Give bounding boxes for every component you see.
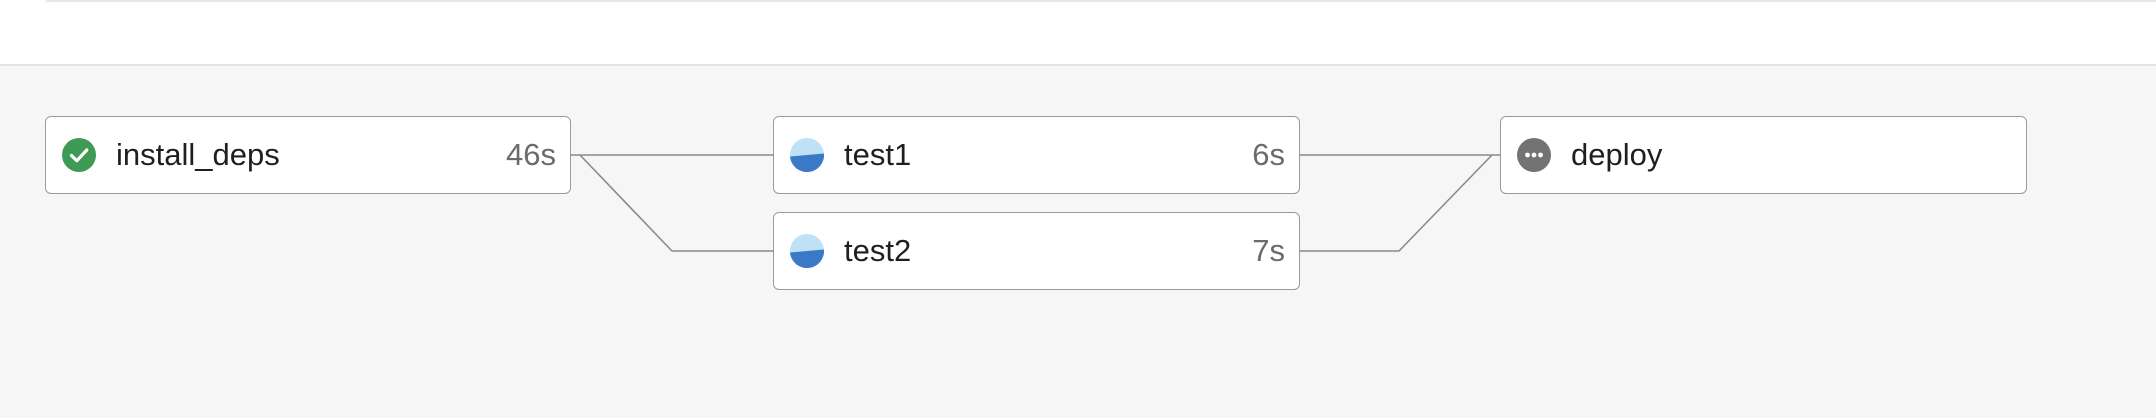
- job-test1[interactable]: test1 6s: [773, 116, 1300, 194]
- running-half-circle-icon: [790, 138, 824, 172]
- more-dots-icon: [1517, 138, 1551, 172]
- job-name: test1: [844, 137, 912, 172]
- edge-install-deps-to-test2: [579, 154, 773, 252]
- job-test2[interactable]: test2 7s: [773, 212, 1300, 290]
- job-install-deps[interactable]: install_deps 46s: [45, 116, 571, 194]
- check-circle-icon: [62, 138, 96, 172]
- job-name: install_deps: [116, 137, 280, 172]
- running-half-circle-icon: [790, 234, 824, 268]
- pipeline-edges: [571, 154, 1500, 252]
- job-duration: 46s: [506, 137, 556, 172]
- job-deploy[interactable]: deploy: [1500, 116, 2027, 194]
- edge-test2-to-deploy: [1300, 154, 1493, 252]
- job-duration: 7s: [1252, 233, 1285, 268]
- job-name: test2: [844, 233, 912, 268]
- job-name: deploy: [1571, 137, 1663, 172]
- job-duration: 6s: [1252, 137, 1285, 172]
